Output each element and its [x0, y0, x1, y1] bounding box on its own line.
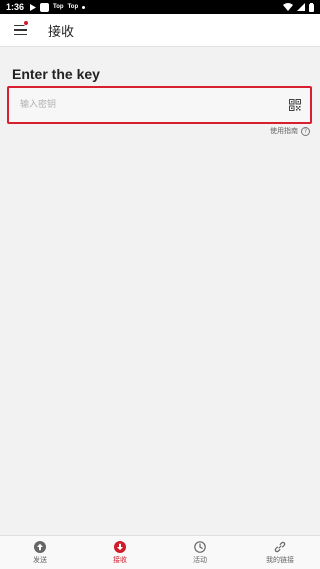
menu-icon: [13, 24, 27, 36]
nav-label-my-links: 我的链接: [266, 555, 294, 564]
link-icon: [274, 541, 286, 552]
status-app-label-2: Top: [67, 4, 79, 10]
key-input[interactable]: [12, 91, 307, 119]
qr-code-icon: [289, 99, 301, 111]
status-app-label-1: Top: [53, 4, 64, 10]
signal-icon: [297, 3, 305, 11]
battery-icon: [309, 2, 314, 12]
nav-label-activity: 活动: [193, 555, 207, 564]
status-indicators: [283, 2, 314, 12]
play-icon: [30, 3, 37, 11]
user-guide-label: 使用指南: [270, 127, 298, 135]
menu-button[interactable]: [4, 14, 36, 46]
page-title: 接收: [48, 24, 75, 40]
clock-icon: [194, 540, 206, 553]
nav-item-my-links[interactable]: 我的链接: [240, 536, 320, 569]
help-circle-icon: ?: [301, 126, 310, 136]
nav-item-receive[interactable]: 接收: [80, 536, 160, 569]
scan-qr-button[interactable]: [288, 98, 302, 112]
status-time: 1:36: [6, 2, 25, 12]
wifi-icon: [283, 3, 293, 11]
app-bar: 接收: [0, 14, 320, 47]
nav-label-receive: 接收: [113, 555, 127, 564]
notification-dot-icon: [82, 5, 86, 9]
notification-app-icon: [40, 2, 50, 12]
notification-badge: [23, 20, 29, 26]
arrow-up-icon: [34, 540, 46, 553]
arrow-down-icon: [114, 540, 126, 553]
nav-label-send: 发送: [33, 555, 47, 564]
user-guide-link[interactable]: 使用指南 ?: [270, 126, 310, 136]
status-bar: 1:36 Top Top: [0, 0, 320, 14]
key-heading: Enter the key: [12, 66, 100, 82]
bottom-navigation: 发送 接收 活动 我的链接: [0, 535, 320, 569]
key-field-container: [7, 86, 312, 124]
nav-item-send[interactable]: 发送: [0, 536, 80, 569]
nav-item-activity[interactable]: 活动: [160, 536, 240, 569]
